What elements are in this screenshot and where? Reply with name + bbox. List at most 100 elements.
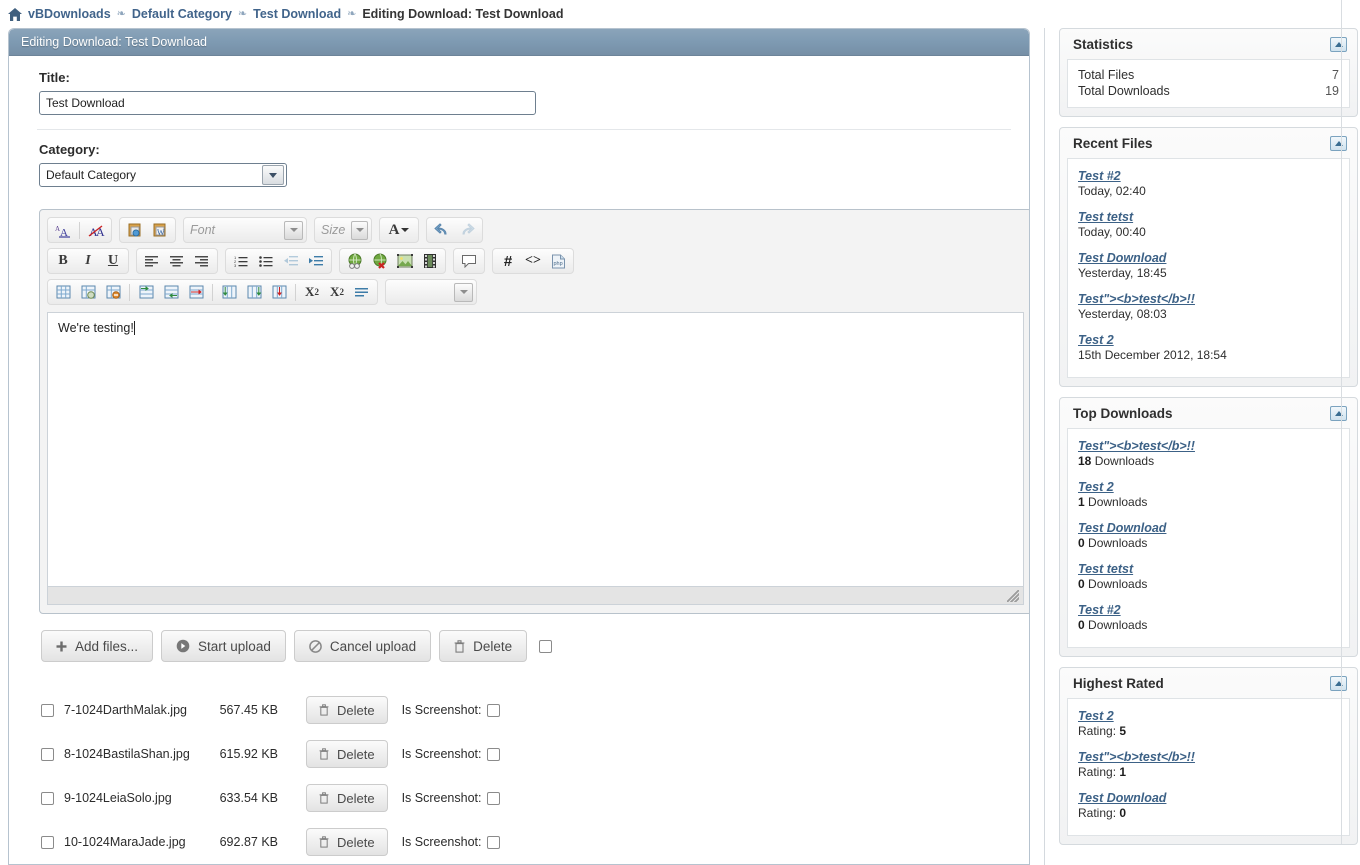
toolbar-group-insert xyxy=(339,248,446,274)
home-icon[interactable] xyxy=(8,8,22,21)
title-input[interactable] xyxy=(39,91,536,115)
list-item: Test tetst Today, 00:40 xyxy=(1078,209,1339,240)
bold-icon[interactable]: B xyxy=(51,250,75,272)
is-screenshot-checkbox[interactable] xyxy=(487,836,500,849)
delete-row-icon[interactable] xyxy=(184,281,208,303)
file-select-checkbox[interactable] xyxy=(41,792,54,805)
top-download-link[interactable]: Test tetst xyxy=(1078,561,1339,577)
list-item: Test tetst 0 Downloads xyxy=(1078,561,1339,592)
underline-icon[interactable]: U xyxy=(101,250,125,272)
delete-file-button[interactable]: Delete xyxy=(306,740,388,768)
remove-link-icon[interactable] xyxy=(368,250,392,272)
card-header: Statistics xyxy=(1060,29,1357,59)
paste-plain-text-icon[interactable]: W xyxy=(148,219,172,241)
card-body: Test #2 Today, 02:40 Test tetst Today, 0… xyxy=(1067,158,1350,378)
delete-file-label: Delete xyxy=(337,703,375,718)
wysiwyg-editor: AA AA xyxy=(39,209,1030,614)
insert-php-icon[interactable]: php xyxy=(546,250,570,272)
file-select-checkbox[interactable] xyxy=(41,748,54,761)
start-upload-button[interactable]: Start upload xyxy=(161,630,286,662)
category-select[interactable]: Default Category xyxy=(39,163,287,187)
collapse-icon[interactable] xyxy=(1330,676,1347,691)
indent-icon[interactable] xyxy=(304,250,328,272)
recent-file-link[interactable]: Test Download xyxy=(1078,250,1339,266)
collapse-icon[interactable] xyxy=(1330,37,1347,52)
is-screenshot-checkbox[interactable] xyxy=(487,704,500,717)
align-right-icon[interactable] xyxy=(190,250,214,272)
insert-html-icon[interactable]: <> xyxy=(521,250,545,272)
resize-handle-icon[interactable] xyxy=(1007,590,1019,602)
insert-row-after-icon[interactable] xyxy=(159,281,183,303)
font-color-icon[interactable]: A xyxy=(386,219,412,241)
recent-file-link[interactable]: Test tetst xyxy=(1078,209,1339,225)
editor-content-area[interactable]: We're testing! xyxy=(47,312,1024,587)
chevron-down-icon[interactable] xyxy=(262,165,284,185)
is-screenshot-label: Is Screenshot: xyxy=(402,835,482,849)
recent-file-link[interactable]: Test #2 xyxy=(1078,168,1339,184)
highest-rated-link[interactable]: Test 2 xyxy=(1078,708,1339,724)
is-screenshot-label: Is Screenshot: xyxy=(402,791,482,805)
insert-quote-icon[interactable] xyxy=(457,250,481,272)
insert-column-before-icon[interactable] xyxy=(217,281,241,303)
breadcrumb-item-test-download[interactable]: Test Download xyxy=(253,7,341,21)
italic-icon[interactable]: I xyxy=(76,250,100,272)
top-download-link[interactable]: Test #2 xyxy=(1078,602,1339,618)
breadcrumb-item-vbdownloads[interactable]: vBDownloads xyxy=(28,7,111,21)
font-family-select[interactable]: Font xyxy=(183,217,307,243)
remove-font-color-icon[interactable]: AA xyxy=(84,219,108,241)
delete-file-button[interactable]: Delete xyxy=(306,696,388,724)
delete-selected-button[interactable]: Delete xyxy=(439,630,527,662)
breadcrumb-item-default-category[interactable]: Default Category xyxy=(132,7,232,21)
top-download-link[interactable]: Test Download xyxy=(1078,520,1339,536)
post-template-select[interactable] xyxy=(385,279,477,305)
redo-icon[interactable] xyxy=(455,219,479,241)
paste-from-word-icon[interactable] xyxy=(123,219,147,241)
stat-label: Total Files xyxy=(1078,68,1134,82)
align-center-icon[interactable] xyxy=(165,250,189,272)
cancel-upload-button[interactable]: Cancel upload xyxy=(294,630,431,662)
chevron-down-icon[interactable] xyxy=(284,221,303,240)
font-size-select[interactable]: Size xyxy=(314,217,372,243)
ordered-list-icon[interactable]: 123 xyxy=(229,250,253,272)
add-files-button[interactable]: Add files... xyxy=(41,630,153,662)
table-properties-icon[interactable] xyxy=(76,281,100,303)
is-screenshot-label: Is Screenshot: xyxy=(402,703,482,717)
recent-file-link[interactable]: Test 2 xyxy=(1078,332,1339,348)
outdent-icon[interactable] xyxy=(279,250,303,272)
remove-formatting-icon[interactable]: AA xyxy=(51,219,75,241)
justify-icon[interactable] xyxy=(350,281,374,303)
highest-rated-link[interactable]: Test"><b>test</b>!! xyxy=(1078,749,1339,765)
top-download-link[interactable]: Test 2 xyxy=(1078,479,1339,495)
chevron-down-icon[interactable] xyxy=(454,283,473,302)
is-screenshot-checkbox[interactable] xyxy=(487,792,500,805)
subscript-icon[interactable]: X2 xyxy=(300,281,324,303)
delete-column-icon[interactable] xyxy=(267,281,291,303)
chevron-down-icon[interactable] xyxy=(351,221,368,240)
insert-code-icon[interactable]: # xyxy=(496,250,520,272)
superscript-icon[interactable]: X2 xyxy=(325,281,349,303)
cancel-icon xyxy=(309,640,322,653)
stat-value: 19 xyxy=(1325,84,1339,98)
align-left-icon[interactable] xyxy=(140,250,164,272)
delete-file-button[interactable]: Delete xyxy=(306,828,388,856)
insert-table-icon[interactable] xyxy=(51,281,75,303)
insert-column-after-icon[interactable] xyxy=(242,281,266,303)
delete-table-icon[interactable] xyxy=(101,281,125,303)
highest-rated-link[interactable]: Test Download xyxy=(1078,790,1339,806)
top-download-link[interactable]: Test"><b>test</b>!! xyxy=(1078,438,1339,454)
insert-link-icon[interactable] xyxy=(343,250,367,272)
file-select-checkbox[interactable] xyxy=(41,836,54,849)
collapse-icon[interactable] xyxy=(1330,406,1347,421)
file-select-checkbox[interactable] xyxy=(41,704,54,717)
select-all-checkbox[interactable] xyxy=(539,640,552,653)
insert-image-icon[interactable] xyxy=(393,250,417,272)
insert-row-before-icon[interactable] xyxy=(134,281,158,303)
delete-file-button[interactable]: Delete xyxy=(306,784,388,812)
is-screenshot-checkbox[interactable] xyxy=(487,748,500,761)
trash-icon xyxy=(319,748,329,760)
insert-video-icon[interactable] xyxy=(418,250,442,272)
collapse-icon[interactable] xyxy=(1330,136,1347,151)
recent-file-link[interactable]: Test"><b>test</b>!! xyxy=(1078,291,1339,307)
undo-icon[interactable] xyxy=(430,219,454,241)
unordered-list-icon[interactable] xyxy=(254,250,278,272)
